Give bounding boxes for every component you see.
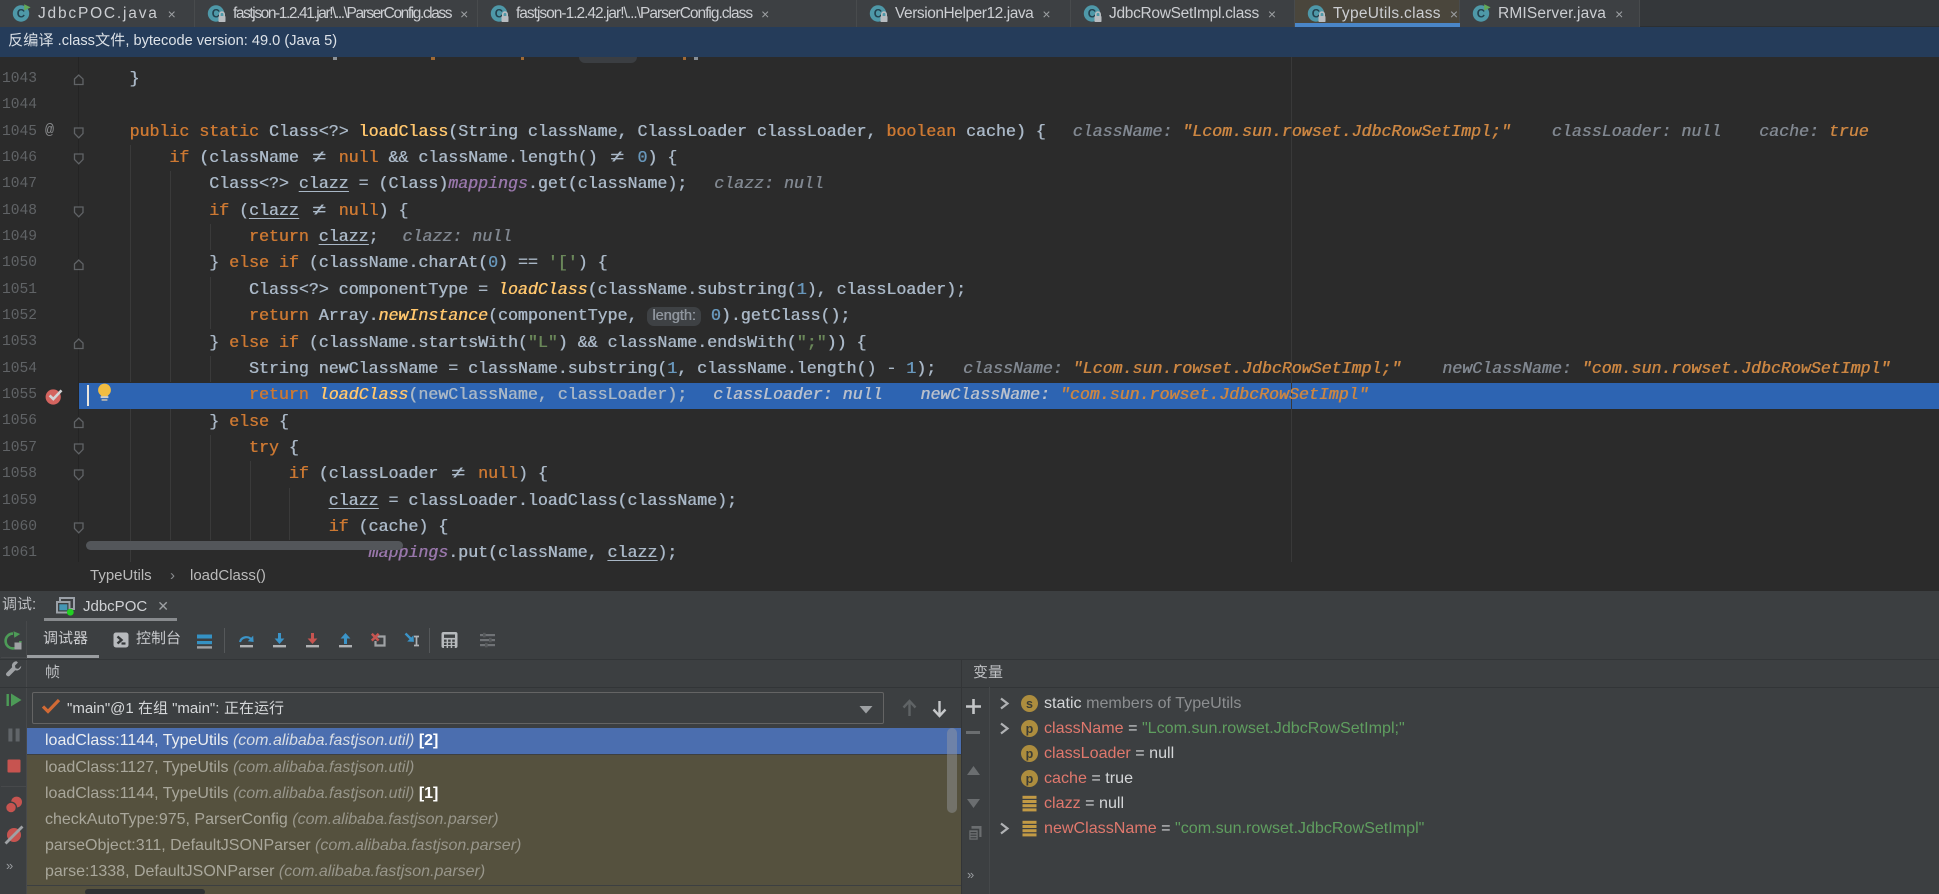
svg-text:s: s [1026,696,1033,710]
svg-text:p: p [1026,721,1034,735]
svg-text:p: p [1026,772,1034,786]
svg-text:C: C [1477,9,1485,21]
svg-text:p: p [1026,746,1034,760]
svg-text:C: C [17,9,25,21]
